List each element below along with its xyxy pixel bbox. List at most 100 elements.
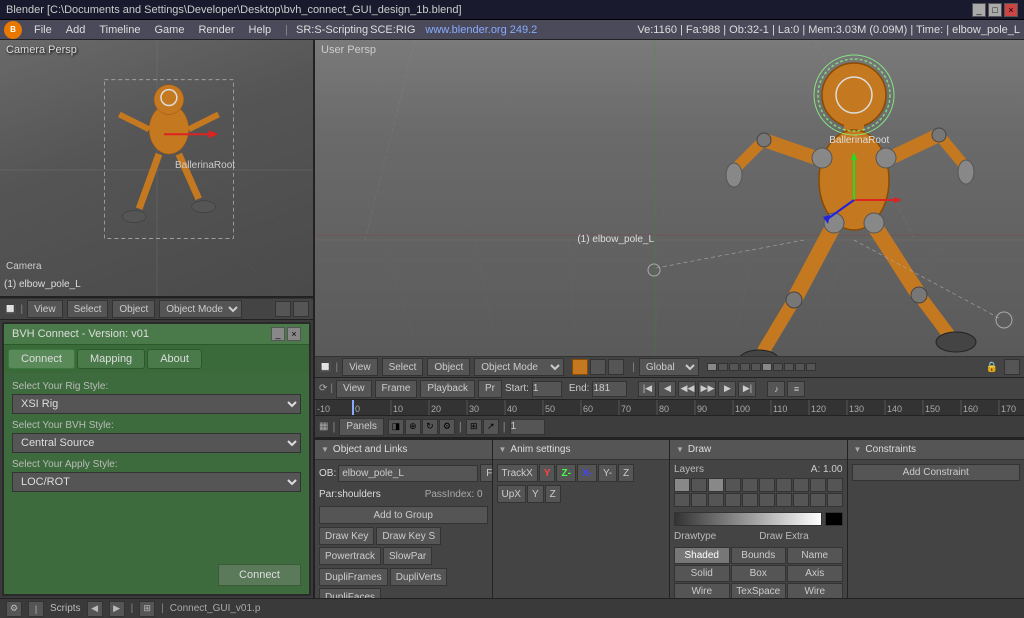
play-back-btn[interactable]: ◀◀ [678,381,696,397]
bvh-close-btn[interactable]: × [287,327,301,341]
status-icon-1[interactable]: ⚙ [6,601,22,617]
alpha-bar[interactable] [674,512,822,526]
render-icon[interactable] [590,359,606,375]
y-btn[interactable]: Y [539,464,556,482]
audio-btn[interactable]: ♪ [767,381,785,397]
camera-icon[interactable] [1004,359,1020,375]
slow-par-btn[interactable]: SlowPar [383,547,432,565]
apply-style-select[interactable]: LOC/ROT [12,472,301,492]
panel-icon-2[interactable]: ⊕ [405,419,421,435]
rig-style-select[interactable]: XSI Rig [12,394,301,414]
add-group-btn[interactable]: Add to Group [319,506,488,524]
layer-9[interactable] [810,478,826,492]
bounds-btn[interactable]: Bounds [731,547,787,564]
bvh-minimize-btn[interactable]: _ [271,327,285,341]
solid-btn[interactable]: Solid [674,565,730,582]
panel-icon-4[interactable]: ⚙ [439,419,455,435]
ob-input[interactable] [338,465,478,482]
left-object-btn[interactable]: Object [112,300,155,318]
connect-button[interactable]: Connect [218,564,301,586]
main-mode-select[interactable]: Object Mode [474,358,564,376]
left-mode-select[interactable]: Object Mode [159,300,242,318]
y-minus-btn[interactable]: Y- [598,464,617,482]
powertrack-btn[interactable]: Powertrack [319,547,381,565]
main-select-btn[interactable]: Select [382,358,424,376]
tl-playback-btn[interactable]: Playback [420,380,475,398]
blender-url[interactable]: www.blender.org 249.2 [425,24,537,36]
workspace-tab[interactable]: SR:S-Scripting [296,24,368,36]
layer-10[interactable] [827,478,843,492]
add-constraint-btn[interactable]: Add Constraint [852,464,1021,481]
layer-19[interactable] [810,493,826,507]
play-btn[interactable]: ▶▶ [698,381,716,397]
draw-key-s-btn[interactable]: Draw Key S [376,527,441,545]
tab-about[interactable]: About [147,349,202,369]
tl-start-input[interactable] [532,381,562,397]
layer-7[interactable] [776,478,792,492]
prev-script-btn[interactable]: ◀ [87,601,103,617]
layer-11[interactable] [674,493,690,507]
up-z-btn[interactable]: Z [545,485,561,503]
layer-16[interactable] [759,493,775,507]
shaded-btn[interactable]: Shaded [674,547,730,564]
tl-end-input[interactable] [592,381,627,397]
tl-view-btn[interactable]: View [336,380,372,398]
box-btn[interactable]: Box [731,565,787,582]
panel-icon-1[interactable]: ◨ [388,419,404,435]
global-select[interactable]: Global [639,358,699,376]
z-btn[interactable]: Z [618,464,634,482]
menu-game[interactable]: Game [148,22,190,38]
track-x-btn[interactable]: TrackX [497,464,538,482]
menu-render[interactable]: Render [192,22,240,38]
go-start-btn[interactable]: |◀ [638,381,656,397]
tab-connect[interactable]: Connect [8,349,75,369]
up-y-btn[interactable]: Y [527,485,544,503]
up-x-btn[interactable]: UpX [497,485,526,503]
maximize-btn[interactable]: □ [988,3,1002,17]
menu-timeline[interactable]: Timeline [93,22,146,38]
step-back-btn[interactable]: ◀ [658,381,676,397]
draw-key-btn[interactable]: Draw Key [319,527,374,545]
dupli-faces-btn[interactable]: DupliFaces [319,588,381,598]
left-select-btn[interactable]: Select [67,300,109,318]
layer-13[interactable] [708,493,724,507]
layer-18[interactable] [793,493,809,507]
main-view-btn[interactable]: View [342,358,378,376]
layer-12[interactable] [691,493,707,507]
left-view-btn[interactable]: View [27,300,63,318]
layer-14[interactable] [725,493,741,507]
layer-1[interactable] [674,478,690,492]
main-object-btn[interactable]: Object [427,358,470,376]
panel-icon-6[interactable]: ↗ [483,419,499,435]
dupli-verts-btn[interactable]: DupliVerts [390,568,448,586]
status-icon-3[interactable]: ⊞ [139,601,155,617]
panel-icon-3[interactable]: ↻ [422,419,438,435]
left-settings-icon[interactable] [293,301,309,317]
go-end-btn[interactable]: ▶| [738,381,756,397]
texspace-btn[interactable]: TexSpace [731,583,787,598]
axis-btn[interactable]: Axis [787,565,843,582]
layer-6[interactable] [759,478,775,492]
layer-20[interactable] [827,493,843,507]
tl-pr-btn[interactable]: Pr [478,380,502,398]
layer-17[interactable] [776,493,792,507]
z-minus-btn[interactable]: Z- [556,464,575,482]
x-minus-btn[interactable]: X- [577,464,597,482]
minimize-btn[interactable]: _ [972,3,986,17]
panel-icon-5[interactable]: ⊞ [466,419,482,435]
color-swatch[interactable] [825,512,843,526]
scene-tab[interactable]: SCE:RIG [370,24,415,36]
main-3d-viewport[interactable]: User Persp BallerinaRoot (1) elbow_pole_… [315,40,1024,356]
menu-add[interactable]: Add [60,22,92,38]
layer-15[interactable] [742,493,758,507]
menu-help[interactable]: Help [243,22,278,38]
frame-input[interactable] [510,419,545,435]
tl-frame-btn[interactable]: Frame [375,380,418,398]
panels-btn[interactable]: Panels [339,418,384,436]
name-btn[interactable]: Name [787,547,843,564]
viewport-icon[interactable] [608,359,624,375]
wire-btn[interactable]: Wire [674,583,730,598]
left-layers-icon[interactable] [275,301,291,317]
layer-5[interactable] [742,478,758,492]
step-fwd-btn[interactable]: ▶ [718,381,736,397]
